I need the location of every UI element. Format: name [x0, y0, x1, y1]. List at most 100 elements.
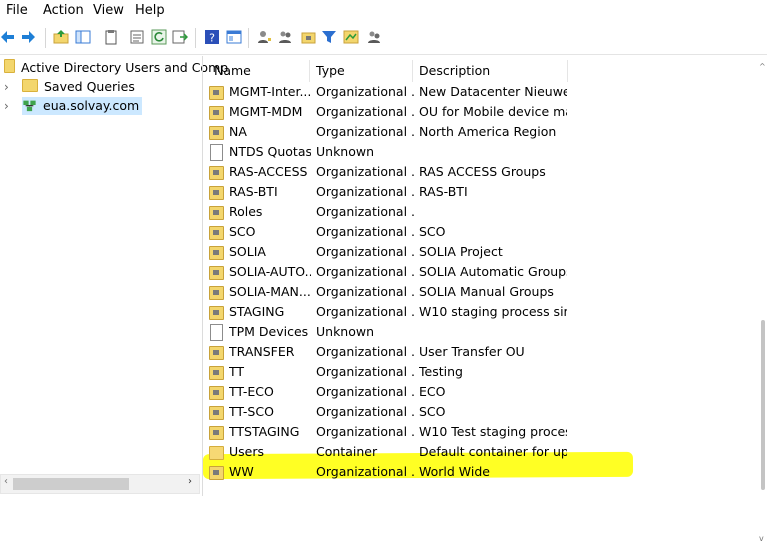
- up-folder-icon[interactable]: [53, 29, 69, 45]
- ou-icon: [209, 386, 224, 400]
- snapin-icon: [4, 59, 15, 73]
- list-item[interactable]: NA Organizational ... North America Region: [203, 122, 759, 142]
- ou-icon: [209, 246, 224, 260]
- new-group-icon[interactable]: [278, 29, 294, 45]
- list-item[interactable]: RAS-ACCESS Organizational ... RAS ACCESS G…: [203, 162, 759, 182]
- cell-type: Organizational ...: [316, 224, 414, 239]
- list-item[interactable]: WW Organizational ... World Wide: [203, 462, 759, 482]
- ou-icon: [209, 466, 224, 480]
- column-separator[interactable]: [567, 60, 568, 82]
- ou-icon: [209, 86, 224, 100]
- new-user-icon[interactable]: [256, 29, 272, 45]
- delegate-icon[interactable]: [366, 29, 382, 45]
- add-to-group-icon[interactable]: [343, 29, 359, 45]
- list-item[interactable]: SOLIA-AUTO... Organizational ... SOLIA Aut…: [203, 262, 759, 282]
- cell-name: NA: [229, 124, 247, 139]
- details-icon[interactable]: [226, 29, 242, 45]
- filter-icon[interactable]: [321, 29, 337, 45]
- cell-description: [419, 202, 567, 222]
- new-ou-icon[interactable]: [301, 29, 317, 45]
- container-icon: [209, 446, 224, 460]
- scroll-right-icon[interactable]: ›: [188, 476, 192, 487]
- cell-name: TPM Devices: [229, 324, 309, 339]
- menu-action[interactable]: Action: [43, 3, 84, 18]
- cell-name: MGMT-MDM: [229, 104, 303, 119]
- ou-icon: [209, 346, 224, 360]
- column-header-name[interactable]: Name: [208, 61, 251, 81]
- help-icon[interactable]: ?: [204, 29, 220, 45]
- list-vertical-scrollbar[interactable]: ^ v: [759, 56, 767, 543]
- list-item[interactable]: RAS-BTI Organizational ... RAS-BTI: [203, 182, 759, 202]
- list-item[interactable]: Roles Organizational ...: [203, 202, 759, 222]
- cell-description: SOLIA Manual Groups: [419, 284, 554, 299]
- export-icon[interactable]: [172, 29, 188, 45]
- cell-description: Default container for up...: [419, 444, 567, 459]
- cell-name: SCO: [229, 224, 256, 239]
- list-item[interactable]: SOLIA-MAN... Organizational ... SOLIA Manu…: [203, 282, 759, 302]
- cell-type: Organizational ...: [316, 164, 414, 179]
- ou-icon: [209, 226, 224, 240]
- column-header-description[interactable]: Description: [413, 61, 490, 81]
- scroll-down-icon[interactable]: v: [759, 534, 764, 543]
- export-list-icon[interactable]: [129, 29, 145, 45]
- back-icon[interactable]: [0, 29, 16, 45]
- scroll-left-icon[interactable]: ‹: [4, 476, 8, 487]
- console-tree-icon[interactable]: [75, 29, 91, 45]
- cell-type: Organizational ...: [316, 404, 414, 419]
- cell-description: RAS-BTI: [419, 184, 468, 199]
- cell-description: [419, 142, 567, 162]
- tree-root-label: Active Directory Users and Comp: [21, 60, 229, 75]
- list-item[interactable]: TT-SCO Organizational ... SCO: [203, 402, 759, 422]
- ou-icon: [209, 166, 224, 180]
- cell-name: SOLIA-AUTO...: [229, 264, 311, 279]
- menu-bar: File Action View Help: [0, 0, 767, 22]
- tree-item-domain[interactable]: › eua.solvay.com: [0, 97, 200, 115]
- list-item[interactable]: TPM Devices Unknown: [203, 322, 759, 342]
- list-item[interactable]: STAGING Organizational ... W10 staging pro…: [203, 302, 759, 322]
- list-item[interactable]: Users Container Default container for up..…: [203, 442, 759, 462]
- forward-icon[interactable]: [20, 29, 36, 45]
- list-item[interactable]: SOLIA Organizational ... SOLIA Project: [203, 242, 759, 262]
- tree-item-saved-queries[interactable]: › Saved Queries: [0, 78, 200, 96]
- scroll-thumb[interactable]: [761, 320, 765, 490]
- column-header-type[interactable]: Type: [310, 61, 345, 81]
- tree-root[interactable]: Active Directory Users and Comp: [4, 59, 228, 77]
- menu-help[interactable]: Help: [135, 3, 165, 18]
- properties-icon[interactable]: [103, 29, 119, 45]
- chevron-right-icon[interactable]: ›: [4, 97, 9, 115]
- cell-type: Organizational ...: [316, 104, 414, 119]
- ou-icon: [209, 266, 224, 280]
- domain-icon: [23, 100, 36, 112]
- menu-file[interactable]: File: [6, 3, 28, 18]
- scroll-thumb[interactable]: [13, 478, 129, 490]
- cell-description: New Datacenter Nieuwe...: [419, 84, 567, 99]
- cell-name: RAS-ACCESS: [229, 164, 308, 179]
- cell-name: NTDS Quotas: [229, 144, 311, 159]
- cell-type: Organizational ...: [316, 264, 414, 279]
- list-item[interactable]: TT-ECO Organizational ... ECO: [203, 382, 759, 402]
- cell-name: MGMT-Inter...: [229, 84, 311, 99]
- list-item[interactable]: MGMT-MDM Organizational ... OU for Mobile …: [203, 102, 759, 122]
- details-list: Name Type Description MGMT-Inter... Organ…: [203, 56, 759, 496]
- refresh-icon[interactable]: [151, 29, 167, 45]
- tree-item-label: eua.solvay.com: [43, 98, 140, 113]
- scroll-up-icon[interactable]: ^: [759, 62, 766, 71]
- cell-type: Organizational ...: [316, 184, 414, 199]
- chevron-right-icon[interactable]: ›: [4, 78, 9, 96]
- tree-horizontal-scrollbar[interactable]: ‹ ›: [0, 474, 200, 494]
- cell-type: Organizational ...: [316, 364, 414, 379]
- menu-view[interactable]: View: [93, 3, 124, 18]
- svg-text:?: ?: [209, 32, 215, 45]
- list-item[interactable]: SCO Organizational ... SCO: [203, 222, 759, 242]
- list-item[interactable]: TT Organizational ... Testing: [203, 362, 759, 382]
- cell-type: Organizational ...: [316, 244, 414, 259]
- toolbar-separator: [45, 28, 46, 48]
- list-item[interactable]: MGMT-Inter... Organizational ... New Datac…: [203, 82, 759, 102]
- cell-description: North America Region: [419, 124, 557, 139]
- list-item[interactable]: TRANSFER Organizational ... User Transfer …: [203, 342, 759, 362]
- list-item[interactable]: TTSTAGING Organizational ... W10 Test stag…: [203, 422, 759, 442]
- cell-name: Roles: [229, 204, 263, 219]
- toolbar-separator: [195, 28, 196, 48]
- ou-icon: [209, 186, 224, 200]
- list-item[interactable]: NTDS Quotas Unknown: [203, 142, 759, 162]
